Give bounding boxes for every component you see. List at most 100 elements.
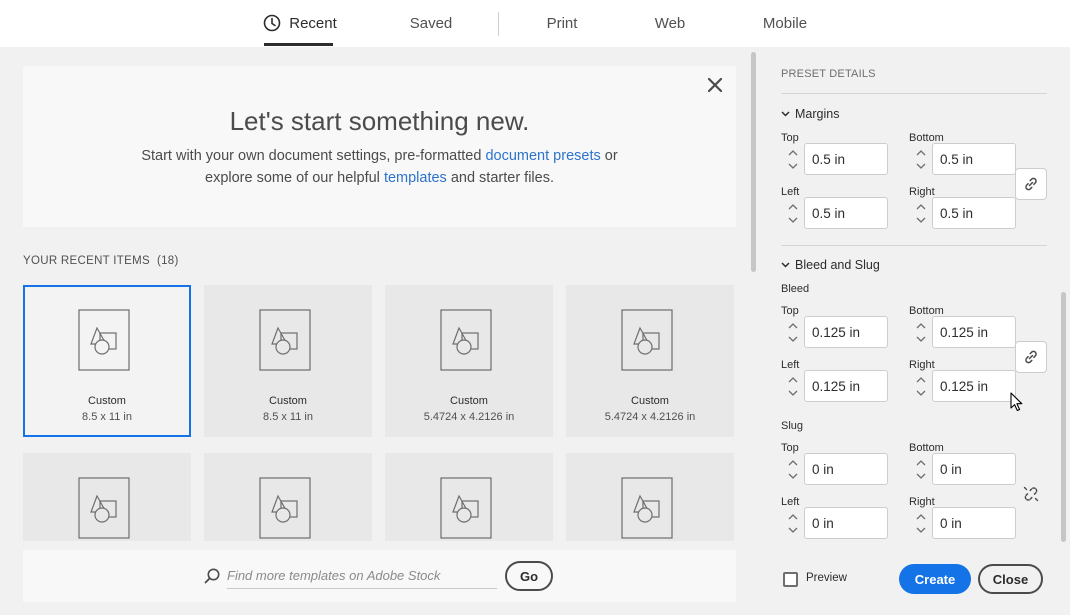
recent-item-card[interactable] <box>23 453 191 541</box>
mouse-cursor-icon <box>1010 392 1023 412</box>
clock-icon <box>263 14 281 32</box>
recent-content-area: Let's start something new. Start with yo… <box>0 47 761 615</box>
active-tab-indicator <box>264 43 333 46</box>
slug-top-label: Top <box>781 442 799 454</box>
tab-mobile[interactable]: Mobile <box>752 0 818 46</box>
slug-bottom-field[interactable] <box>932 453 1016 485</box>
slug-top-field[interactable] <box>804 453 888 485</box>
panel-scrollbar-thumb[interactable] <box>1061 292 1066 542</box>
chevron-down-icon <box>781 111 790 117</box>
recent-item-card[interactable]: Custom 8.5 x 11 in <box>204 285 372 437</box>
welcome-text: Start with your own document settings, p… <box>141 148 486 164</box>
link-icon <box>1025 350 1037 364</box>
margin-bottom-stepper[interactable] <box>911 144 931 174</box>
close-banner-icon[interactable] <box>706 76 724 94</box>
margins-section-toggle[interactable]: Margins <box>781 107 839 121</box>
bleed-left-label: Left <box>781 359 800 371</box>
slug-left-stepper[interactable] <box>783 508 803 538</box>
welcome-line-1: Start with your own document settings, p… <box>23 148 736 164</box>
recent-item-card[interactable]: Custom 5.4724 x 4.2126 in <box>566 285 734 437</box>
templates-link[interactable]: templates <box>384 170 447 186</box>
slug-unlink-icon[interactable] <box>1022 485 1040 503</box>
bleed-slug-section-title: Bleed and Slug <box>795 258 880 272</box>
margins-section-title: Margins <box>795 107 840 121</box>
margin-left-stepper[interactable] <box>783 198 803 228</box>
slug-right-stepper[interactable] <box>911 508 931 538</box>
bleed-right-stepper[interactable] <box>911 371 931 401</box>
bleed-slug-section-toggle[interactable]: Bleed and Slug <box>781 258 880 272</box>
welcome-text: and starter files. <box>446 170 554 186</box>
margin-right-label: Right <box>909 186 935 198</box>
margin-left-field[interactable] <box>804 197 888 229</box>
welcome-banner: Let's start something new. Start with yo… <box>23 66 736 227</box>
preview-label: Preview <box>806 572 847 584</box>
search-icon <box>204 568 220 584</box>
go-button[interactable]: Go <box>505 561 553 591</box>
bleed-left-stepper[interactable] <box>783 371 803 401</box>
slug-left-field[interactable] <box>804 507 888 539</box>
margin-right-stepper[interactable] <box>911 198 931 228</box>
margin-top-field[interactable] <box>804 143 888 175</box>
tab-recent[interactable]: Recent <box>262 0 338 46</box>
welcome-title: Let's start something new. <box>229 106 530 136</box>
content-scrollbar-thumb[interactable] <box>751 52 756 272</box>
create-button[interactable]: Create <box>899 564 971 594</box>
slug-label: Slug <box>781 420 804 432</box>
preview-checkbox[interactable] <box>783 572 798 587</box>
recent-item-name: Custom <box>450 395 488 407</box>
document-presets-link[interactable]: document presets <box>485 148 600 164</box>
tab-mobile-label: Mobile <box>762 14 808 32</box>
bleed-link-button[interactable] <box>1015 341 1047 373</box>
bleed-right-field[interactable] <box>932 370 1016 402</box>
recent-item-size: 5.4724 x 4.2126 in <box>423 411 515 423</box>
recent-item-card[interactable] <box>385 453 553 541</box>
top-tab-bar: Recent Saved Print Web Mobile <box>0 0 1070 47</box>
recent-item-card[interactable]: Custom 8.5 x 11 in <box>23 285 191 437</box>
tab-saved[interactable]: Saved <box>400 0 462 46</box>
recent-items-count: (18) <box>156 255 179 267</box>
recent-item-card[interactable]: Custom 5.4724 x 4.2126 in <box>385 285 553 437</box>
tab-web[interactable]: Web <box>645 0 695 46</box>
slug-left-label: Left <box>781 496 800 508</box>
document-icon <box>621 309 673 371</box>
slug-right-label: Right <box>909 496 935 508</box>
document-icon <box>259 309 311 371</box>
margin-top-stepper[interactable] <box>783 144 803 174</box>
recent-item-name: Custom <box>88 395 126 407</box>
bleed-label: Bleed <box>781 283 810 295</box>
divider <box>781 93 1047 94</box>
stock-search-bar: Go <box>23 550 736 602</box>
bleed-bottom-field[interactable] <box>932 316 1016 348</box>
recent-items-label: YOUR RECENT ITEMS <box>23 255 150 267</box>
slug-bottom-stepper[interactable] <box>911 454 931 484</box>
bleed-right-label: Right <box>909 359 935 371</box>
margin-right-field[interactable] <box>932 197 1016 229</box>
bleed-left-field[interactable] <box>804 370 888 402</box>
tab-saved-label: Saved <box>409 14 453 32</box>
bleed-top-label: Top <box>781 305 799 317</box>
tab-recent-label: Recent <box>289 14 337 32</box>
tab-print[interactable]: Print <box>536 0 588 46</box>
stock-search-input[interactable] <box>227 563 497 589</box>
slug-top-stepper[interactable] <box>783 454 803 484</box>
recent-item-card[interactable] <box>204 453 372 541</box>
chevron-down-icon <box>781 262 790 268</box>
tab-print-label: Print <box>546 14 578 32</box>
margin-bottom-field[interactable] <box>932 143 1016 175</box>
recent-item-name: Custom <box>269 395 307 407</box>
welcome-text: or <box>600 148 618 164</box>
document-icon <box>621 477 673 539</box>
document-icon <box>440 309 492 371</box>
recent-item-size: 8.5 x 11 in <box>263 411 313 423</box>
recent-item-card[interactable] <box>566 453 734 541</box>
slug-right-field[interactable] <box>932 507 1016 539</box>
bleed-bottom-stepper[interactable] <box>911 317 931 347</box>
close-button[interactable]: Close <box>978 564 1043 594</box>
margin-link-button[interactable] <box>1015 168 1047 200</box>
margin-top-label: Top <box>781 132 799 144</box>
bleed-top-field[interactable] <box>804 316 888 348</box>
document-icon <box>440 477 492 539</box>
document-icon <box>259 477 311 539</box>
link-icon <box>1025 177 1037 191</box>
bleed-top-stepper[interactable] <box>783 317 803 347</box>
